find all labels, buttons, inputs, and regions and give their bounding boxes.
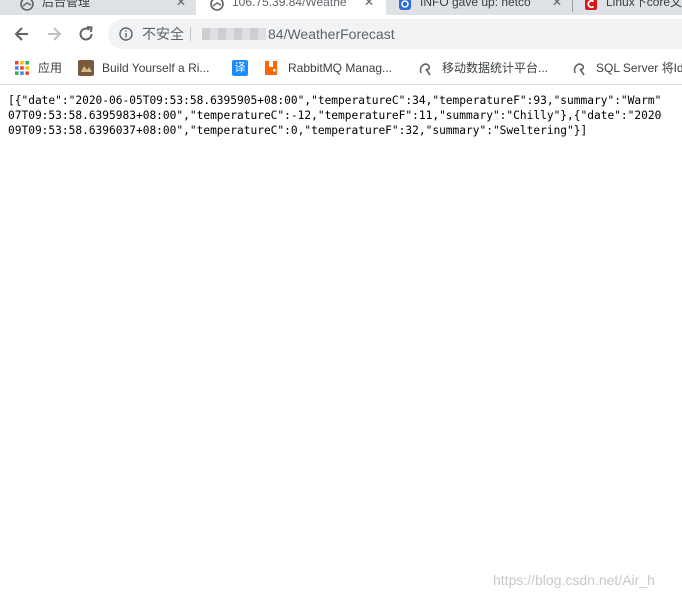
- globe-icon: [210, 0, 224, 11]
- bookmark-label: 移动数据统计平台...: [442, 61, 549, 75]
- bookmark-label: RabbitMQ Manag...: [288, 61, 393, 75]
- translate-icon: 译: [232, 60, 248, 76]
- back-arrow-icon[interactable]: [12, 24, 32, 44]
- swirl-icon: [573, 63, 585, 76]
- rabbitmq-icon: [265, 61, 277, 75]
- globe-icon: [20, 0, 34, 11]
- url-text[interactable]: 84/WeatherForecast: [268, 25, 395, 43]
- forward-arrow-icon[interactable]: [44, 24, 64, 44]
- swirl-icon: [419, 63, 431, 76]
- tab-title: 106.75.39.84/Weathe: [232, 0, 347, 9]
- address-divider: [190, 27, 191, 41]
- address-bar[interactable]: 不安全 84/WeatherForecast: [108, 19, 682, 49]
- tab-title: Linux下core文: [606, 0, 682, 9]
- tab-title: 后台管理: [42, 0, 91, 9]
- security-label[interactable]: 不安全: [142, 25, 184, 43]
- tab-close-button[interactable]: ✕: [364, 0, 374, 10]
- tab-info-gave-up[interactable]: INFO gave up: netco ✕: [388, 0, 572, 15]
- json-response: [{"date":"2020-06-05T09:53:58.6395905+08…: [8, 93, 682, 138]
- apps-grid-icon: [15, 61, 29, 75]
- page-content: [{"date":"2020-06-05T09:53:58.6395905+08…: [8, 93, 682, 153]
- bookmark-translate[interactable]: 译: [232, 58, 248, 78]
- tab-admin[interactable]: 后台管理 ✕: [0, 0, 196, 15]
- info-icon[interactable]: [119, 27, 133, 41]
- json-line: [{"date":"2020-06-05T09:53:58.6395905+08…: [8, 94, 662, 107]
- json-line: 09T09:53:58.6396037+08:00","temperatureC…: [8, 124, 588, 137]
- tab-title: INFO gave up: netco: [420, 0, 531, 9]
- bookmarks-bar: 应用 Build Yourself a Ri... 译 RabbitMQ Man…: [0, 52, 682, 85]
- bookmark-label: 应用: [38, 61, 63, 75]
- tab-weather-forecast[interactable]: 106.75.39.84/Weathe ✕: [196, 0, 386, 15]
- bookmark-image-icon: [78, 60, 94, 76]
- tab-strip: 后台管理 ✕ 106.75.39.84/Weathe ✕ INFO gave u…: [0, 0, 682, 15]
- csdn-red-icon: [585, 0, 597, 10]
- tab-close-button[interactable]: ✕: [552, 0, 562, 10]
- tab-linux-core[interactable]: Linux下core文: [576, 0, 682, 15]
- tab-close-button[interactable]: ✕: [176, 0, 186, 10]
- bookmark-label: SQL Server 将Id: [596, 61, 682, 75]
- browser-toolbar: 不安全 84/WeatherForecast: [0, 15, 682, 52]
- reload-icon[interactable]: [76, 24, 96, 44]
- redacted-host: [202, 28, 266, 40]
- json-line: 07T09:53:58.6395983+08:00","temperatureC…: [8, 109, 662, 122]
- bookmark-label: Build Yourself a Ri...: [102, 61, 210, 75]
- watermark-text: https://blog.csdn.net/Air_h: [493, 572, 655, 588]
- tab-separator: [572, 0, 573, 12]
- csdn-icon: [399, 0, 411, 10]
